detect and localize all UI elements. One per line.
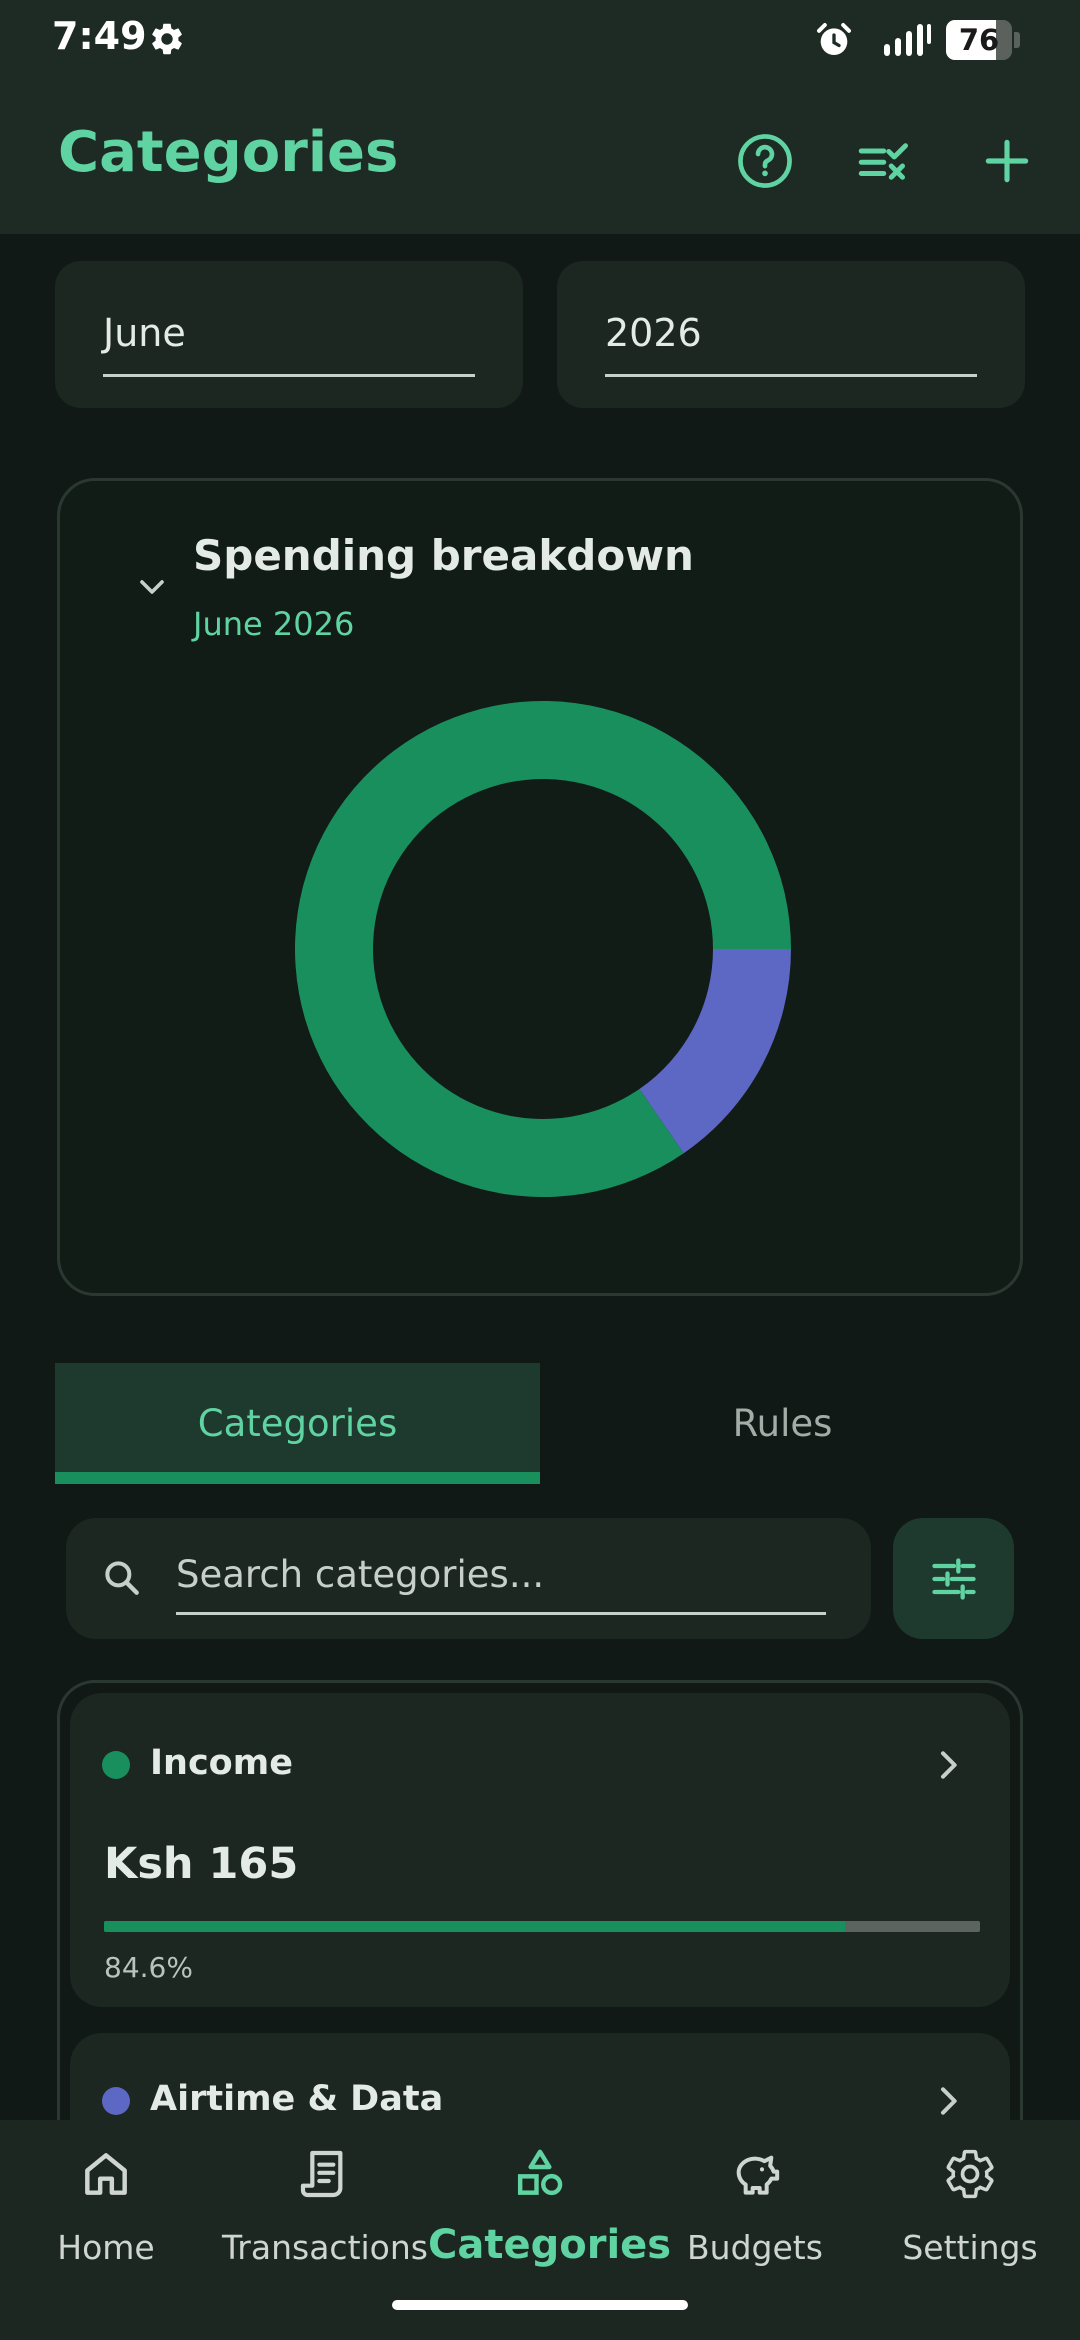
battery-percent: 76 xyxy=(958,23,1000,57)
spending-breakdown-card: Spending breakdown June 2026 xyxy=(57,478,1023,1296)
year-selector[interactable]: 2026 xyxy=(557,261,1025,408)
checklist-icon xyxy=(858,143,908,180)
chart-subtitle: June 2026 xyxy=(193,605,355,643)
active-tab-indicator xyxy=(55,1472,540,1484)
category-progress-bar xyxy=(104,1921,980,1932)
category-list: Income Ksh 165 84.6% Airtime & Data xyxy=(57,1680,1023,2120)
category-percent: 84.6% xyxy=(104,1951,193,1984)
category-name: Airtime & Data xyxy=(150,2079,444,2119)
nav-label: Transactions xyxy=(222,2228,428,2267)
receipt-icon xyxy=(300,2150,343,2198)
add-icon xyxy=(985,139,1029,183)
category-card-income[interactable]: Income Ksh 165 84.6% xyxy=(70,1693,1010,2007)
signal-bars-icon xyxy=(884,24,931,56)
category-progress-fill xyxy=(104,1921,846,1932)
shapes-icon xyxy=(517,2149,563,2196)
settings-gear-icon xyxy=(152,23,182,55)
add-category-button[interactable] xyxy=(972,126,1042,196)
help-icon xyxy=(738,134,792,188)
search-icon xyxy=(105,1561,139,1595)
filter-button[interactable] xyxy=(893,1518,1014,1639)
piggy-bank-icon xyxy=(736,2155,780,2195)
search-box xyxy=(66,1518,871,1639)
status-time: 7:49 xyxy=(52,14,147,58)
chart-title: Spending breakdown xyxy=(193,531,694,580)
month-selector[interactable]: June xyxy=(55,261,523,408)
spending-donut-chart xyxy=(295,701,791,1197)
chevron-right-icon xyxy=(941,2087,957,2115)
nav-label: Home xyxy=(57,2228,155,2267)
nav-settings[interactable]: Settings xyxy=(890,2120,1050,2270)
chevron-right-icon xyxy=(941,1751,957,1779)
app-bar: Categories xyxy=(0,80,1080,234)
category-name: Income xyxy=(150,1743,293,1783)
tab-label: Categories xyxy=(197,1402,398,1445)
alarm-clock-icon xyxy=(817,23,851,55)
tab-label: Rules xyxy=(732,1402,833,1445)
nav-label: Categories xyxy=(428,2222,672,2268)
category-color-dot xyxy=(102,2087,130,2115)
checklist-button[interactable] xyxy=(850,126,920,196)
category-card-airtime-data[interactable]: Airtime & Data xyxy=(70,2033,1010,2120)
home-indicator xyxy=(392,2300,688,2310)
nav-budgets[interactable]: Budgets xyxy=(670,2120,840,2270)
page-title: Categories xyxy=(58,120,399,185)
status-bar: 7:49 76 xyxy=(0,0,1080,80)
search-input[interactable] xyxy=(176,1546,826,1602)
tune-sliders-icon xyxy=(931,1557,976,1600)
gear-icon xyxy=(946,2149,994,2199)
category-color-dot xyxy=(102,1751,130,1779)
home-icon xyxy=(85,2153,127,2195)
help-button[interactable] xyxy=(730,126,800,196)
month-value: June xyxy=(103,311,186,355)
tab-categories[interactable]: Categories xyxy=(55,1363,540,1484)
nav-categories[interactable]: Categories xyxy=(428,2120,672,2270)
chevron-down-icon[interactable] xyxy=(132,567,172,607)
nav-home[interactable]: Home xyxy=(20,2120,192,2270)
year-value: 2026 xyxy=(605,311,702,355)
nav-transactions[interactable]: Transactions xyxy=(222,2120,428,2270)
nav-label: Settings xyxy=(902,2228,1038,2267)
battery-icon: 76 xyxy=(946,20,1020,60)
tab-rules[interactable]: Rules xyxy=(540,1363,1025,1484)
category-amount: Ksh 165 xyxy=(104,1839,299,1889)
nav-label: Budgets xyxy=(687,2228,823,2267)
screen: 7:49 76 Categories June 2026 Spending br… xyxy=(0,0,1080,2340)
